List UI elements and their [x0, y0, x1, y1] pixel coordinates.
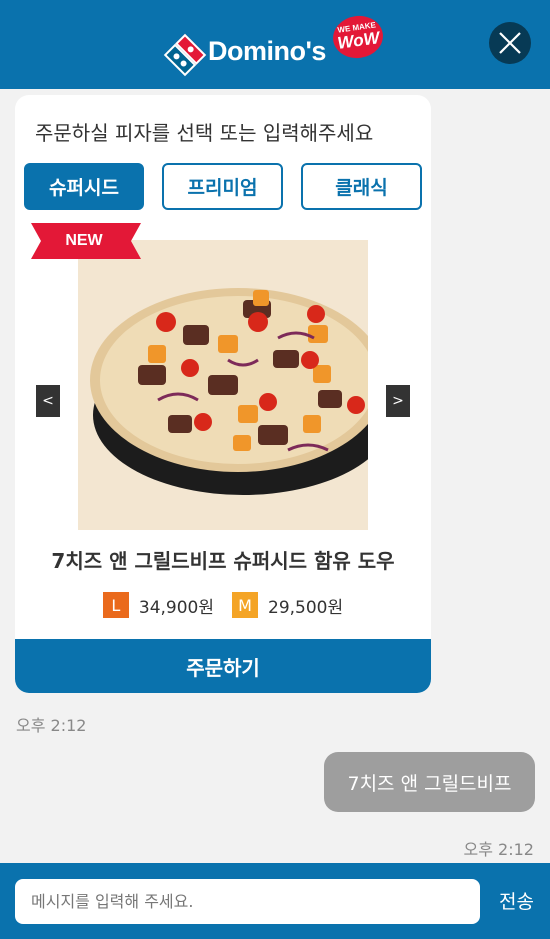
dominos-logo: Domino's WE MAKE WoW — [163, 12, 386, 77]
dominos-tile-icon — [161, 31, 209, 79]
message-input[interactable] — [15, 879, 480, 924]
price-l: 34,900원 — [138, 597, 214, 618]
card-prompt: 주문하실 피자를 선택 또는 입력해주세요 — [35, 121, 374, 145]
chat-input-bar: 전송 — [0, 863, 550, 939]
prev-arrow-button[interactable]: < — [36, 385, 60, 417]
new-badge: NEW — [31, 223, 141, 259]
price-row: L 34,900원 M 29,500원 — [15, 592, 431, 618]
brand-name: Domino's — [208, 36, 326, 66]
pizza-illustration — [90, 288, 368, 495]
we-make-wow-badge: WE MAKE WoW — [330, 12, 386, 62]
size-l-badge: L — [102, 592, 129, 618]
new-badge-text: NEW — [65, 232, 103, 249]
tab-superseed[interactable]: 슈퍼시드 — [24, 163, 144, 210]
bot-message-time: 오후 2:12 — [16, 716, 87, 735]
next-arrow-button[interactable]: > — [386, 385, 410, 417]
order-button[interactable]: 주문하기 — [15, 639, 431, 693]
close-icon — [499, 32, 521, 54]
send-button[interactable]: 전송 — [499, 887, 534, 914]
pizza-selection-card: 주문하실 피자를 선택 또는 입력해주세요 슈퍼시드 프리미엄 클래식 NEW … — [15, 95, 431, 693]
size-m-badge: M — [232, 592, 258, 618]
pizza-name: 7치즈 앤 그릴드비프 슈퍼시드 함유 도우 — [51, 549, 395, 573]
tab-classic[interactable]: 클래식 — [301, 163, 422, 210]
tab-premium[interactable]: 프리미엄 — [162, 163, 283, 210]
user-message-bubble: 7치즈 앤 그릴드비프 — [324, 752, 535, 812]
pizza-image[interactable] — [78, 240, 368, 530]
close-button[interactable] — [489, 22, 531, 64]
app-header: Domino's WE MAKE WoW — [0, 0, 550, 89]
price-m: 29,500원 — [268, 597, 344, 618]
user-message-time: 오후 2:12 — [463, 840, 534, 859]
